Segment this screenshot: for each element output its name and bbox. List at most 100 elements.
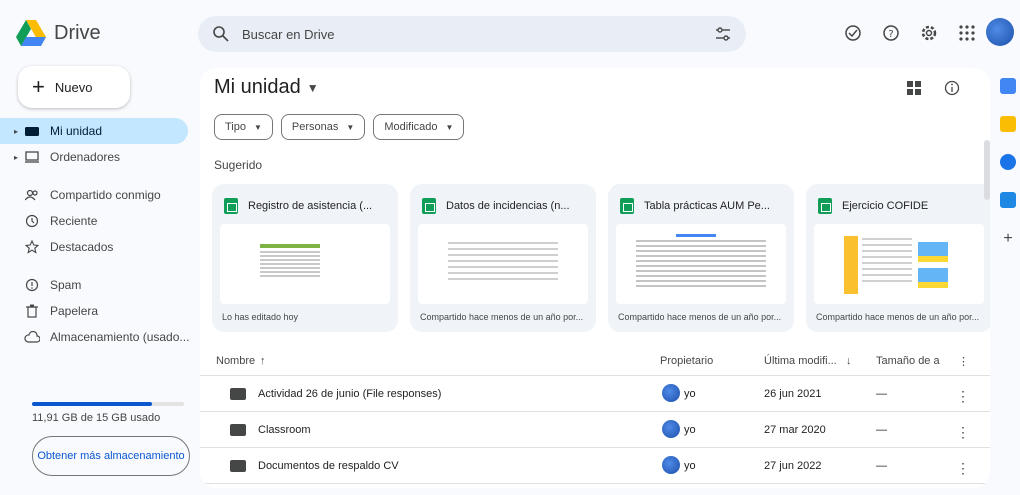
owner-avatar <box>662 456 680 474</box>
card-title: Tabla prácticas AUM Pe... <box>644 200 770 212</box>
sidebar-item-label: Almacenamiento (usado... <box>50 330 190 344</box>
get-more-storage-button[interactable]: Obtener más almacenamiento <box>32 436 190 476</box>
sort-down-icon[interactable]: ↓ <box>846 355 852 367</box>
tasks-icon[interactable] <box>1000 154 1016 170</box>
clock-icon <box>24 213 40 229</box>
chevron-down-icon: ▼ <box>254 122 262 132</box>
file-size: — <box>876 460 887 472</box>
calendar-icon[interactable] <box>1000 78 1016 94</box>
filter-chip-modified[interactable]: Modificado ▼ <box>373 114 465 140</box>
sidebar-item-label: Destacados <box>50 240 114 254</box>
folder-icon <box>230 388 246 400</box>
filter-chips: Tipo ▼ Personas ▼ Modificado ▼ <box>214 114 465 140</box>
search-input[interactable]: Buscar en Drive <box>242 27 714 42</box>
star-icon <box>24 239 40 255</box>
help-icon[interactable]: ? <box>880 22 902 44</box>
file-name[interactable]: Documentos de respaldo CV <box>258 460 399 472</box>
keep-icon[interactable] <box>1000 116 1016 132</box>
expand-caret-icon[interactable]: ▸ <box>14 127 24 136</box>
column-owner[interactable]: Propietario <box>660 355 713 367</box>
add-addon-icon[interactable]: + <box>996 230 1020 248</box>
chevron-down-icon[interactable]: ▼ <box>307 81 319 95</box>
suggested-file-card[interactable]: Registro de asistencia (... Lo has edita… <box>212 184 398 332</box>
account-avatar[interactable] <box>986 18 1014 46</box>
sidebar-item-computers[interactable]: ▸ Ordenadores <box>0 144 200 170</box>
sidebar-item-starred[interactable]: Destacados <box>0 234 200 260</box>
file-name[interactable]: Actividad 26 de junio (File responses) <box>258 388 441 400</box>
top-bar: Drive Buscar en Drive ? <box>0 0 1020 68</box>
chip-label: Modificado <box>384 121 438 133</box>
page-title-row[interactable]: Mi unidad ▼ <box>214 76 319 99</box>
table-row[interactable]: Classroom yo 27 mar 2020 — ⋮ <box>200 412 990 448</box>
column-name[interactable]: Nombre <box>216 355 255 367</box>
sidebar-item-storage[interactable]: Almacenamiento (usado... <box>0 324 200 350</box>
chevron-down-icon: ▼ <box>445 122 454 132</box>
main-content: Mi unidad ▼ Tipo ▼ Personas ▼ Modificado ▼ … <box>200 68 990 488</box>
filter-chip-type[interactable]: Tipo ▼ <box>214 114 273 140</box>
card-title: Datos de incidencias (n... <box>446 200 570 212</box>
suggested-file-card[interactable]: Tabla prácticas AUM Pe... Compartido hac… <box>608 184 794 332</box>
trash-icon <box>24 303 40 319</box>
apps-grid-icon[interactable] <box>956 22 978 44</box>
file-thumbnail <box>418 224 588 304</box>
file-modified: 27 jun 2022 <box>764 460 822 472</box>
more-options-icon[interactable]: ⋮ <box>956 460 970 477</box>
suggested-heading: Sugerido <box>214 158 263 172</box>
card-activity: Compartido hace menos de un año por... <box>816 312 980 322</box>
sidebar-item-shared[interactable]: Compartido conmigo <box>0 182 200 208</box>
svg-text:?: ? <box>888 29 893 40</box>
filter-chip-people[interactable]: Personas ▼ <box>280 114 366 140</box>
file-owner: yo <box>684 460 696 472</box>
table-row[interactable]: Documentos de respaldo CV yo 27 jun 2022… <box>200 448 990 484</box>
more-options-icon[interactable]: ⋮ <box>958 355 969 368</box>
suggested-file-card[interactable]: Datos de incidencias (n... Compartido ha… <box>410 184 596 332</box>
column-size[interactable]: Tamaño de a <box>876 355 940 367</box>
chip-label: Personas <box>291 121 339 133</box>
drive-icon <box>24 123 40 139</box>
file-name[interactable]: Classroom <box>258 424 311 436</box>
scrollbar[interactable] <box>984 140 990 200</box>
sheets-icon <box>620 198 634 214</box>
sidebar-item-label: Reciente <box>50 214 98 228</box>
expand-caret-icon[interactable]: ▸ <box>14 153 24 162</box>
owner-avatar <box>662 420 680 438</box>
sidebar-item-label: Spam <box>50 278 82 292</box>
search-box[interactable]: Buscar en Drive <box>198 16 746 52</box>
card-activity: Compartido hace menos de un año por... <box>618 312 782 322</box>
more-options-icon[interactable]: ⋮ <box>956 424 970 441</box>
more-options-icon[interactable]: ⋮ <box>956 388 970 405</box>
file-size: — <box>876 388 887 400</box>
page-title[interactable]: Mi unidad <box>214 76 301 99</box>
sidebar: + Nuevo ▸ Mi unidad ▸ Ordenadores Compar… <box>0 60 200 495</box>
sidebar-item-recent[interactable]: Reciente <box>0 208 200 234</box>
sort-arrow-icon[interactable]: ↑ <box>260 355 266 367</box>
file-modified: 27 mar 2020 <box>764 424 826 436</box>
sidebar-item-spam[interactable]: Spam <box>0 272 200 298</box>
storage-usage-text: 11,91 GB de 15 GB usado <box>32 412 161 424</box>
contacts-icon[interactable] <box>1000 192 1016 208</box>
storage-progress-bar <box>32 402 184 406</box>
settings-icon[interactable] <box>918 22 940 44</box>
file-list-header: Nombre ↑ Propietario Última modifi... ↓ … <box>200 346 990 376</box>
sidebar-item-trash[interactable]: Papelera <box>0 298 200 324</box>
sidebar-item-label: Mi unidad <box>50 124 103 138</box>
folder-icon <box>230 460 246 472</box>
new-button[interactable]: + Nuevo <box>18 66 130 108</box>
tune-icon[interactable] <box>714 25 732 43</box>
search-icon[interactable] <box>212 25 230 43</box>
new-button-label: Nuevo <box>54 79 93 95</box>
offline-status-icon[interactable] <box>842 22 864 44</box>
column-modified[interactable]: Última modifi... <box>764 355 837 367</box>
side-panel-rail: + <box>996 68 1020 288</box>
owner-avatar <box>662 384 680 402</box>
suggested-file-card[interactable]: Ejercicio COFIDE Compartido hace menos d… <box>806 184 990 332</box>
table-row[interactable]: Actividad 26 de junio (File responses) y… <box>200 376 990 412</box>
drive-logo[interactable]: Drive <box>16 20 101 46</box>
sidebar-item-label: Ordenadores <box>50 150 121 164</box>
file-size: — <box>876 424 887 436</box>
shared-icon <box>24 187 40 203</box>
info-icon[interactable] <box>944 80 960 96</box>
sidebar-item-my-drive[interactable]: ▸ Mi unidad <box>0 118 188 144</box>
file-thumbnail <box>814 224 984 304</box>
grid-view-icon[interactable] <box>906 80 922 96</box>
